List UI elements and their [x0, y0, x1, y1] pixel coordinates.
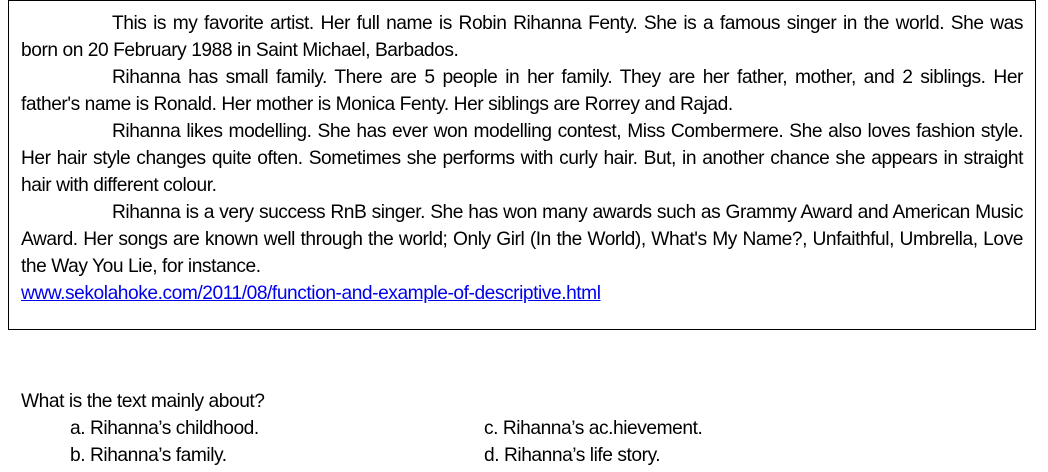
passage-paragraph-4: Rihanna is a very success RnB singer. Sh…: [21, 202, 1023, 277]
question-text: What is the text mainly about?: [21, 391, 265, 412]
passage-paragraph-1: This is my favorite artist. Her full nam…: [21, 13, 1023, 61]
passage-paragraph-2: Rihanna has small family. There are 5 pe…: [21, 67, 1023, 115]
source-link[interactable]: www.sekolahoke.com/2011/08/function-and-…: [21, 280, 1023, 307]
question-block: What is the text mainly about? a. Rihann…: [21, 388, 1021, 469]
option-b[interactable]: b. Rihanna’s family.: [70, 442, 227, 469]
option-c[interactable]: c. Rihanna’s ac.hievement.: [484, 415, 703, 442]
option-a[interactable]: a. Rihanna’s childhood.: [70, 415, 259, 442]
option-d[interactable]: d. Rihanna’s life story.: [484, 442, 661, 469]
answer-options: a. Rihanna’s childhood. b. Rihanna’s fam…: [21, 415, 1021, 469]
reading-passage-box: This is my favorite artist. Her full nam…: [8, 0, 1036, 330]
passage-paragraph-3: Rihanna likes modelling. She has ever wo…: [21, 121, 1023, 196]
